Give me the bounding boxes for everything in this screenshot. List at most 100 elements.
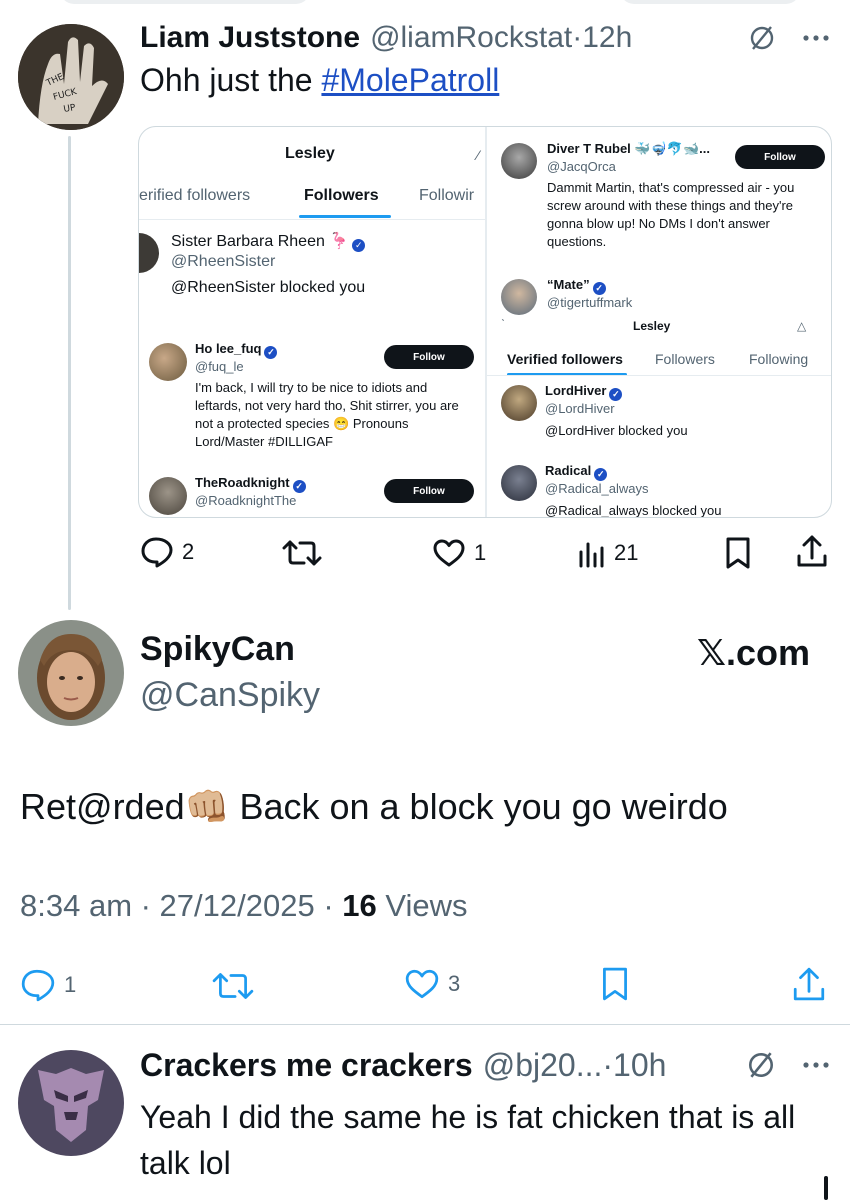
diver-name[interactable]: Diver T Rubel [547, 141, 631, 156]
diver-emojis: 🐳🤿🐬🐋... [634, 141, 711, 156]
previous-content-edge [620, 0, 800, 4]
tweet1-attached-image[interactable]: Lesley ⁄ erified followers Followers Fol… [138, 126, 832, 518]
repost-icon [282, 540, 322, 566]
left-tab-divider [139, 219, 485, 220]
sister-barbara-name[interactable]: Sister Barbara Rheen [171, 233, 325, 250]
tweet2-author-name[interactable]: SpikyCan [140, 630, 295, 669]
verified-badge-icon: ✓ [352, 239, 366, 252]
holee-name[interactable]: Ho lee_fuq [195, 341, 261, 356]
verified-badge-icon: ✓ [594, 468, 608, 481]
scroll-indicator[interactable] [824, 1176, 828, 1200]
tweet1-text: Ohh just the #MolePatroll [140, 62, 499, 99]
diver-bio: Dammit Martin, that's compressed air - y… [547, 180, 795, 249]
more-options-icon[interactable] [802, 33, 830, 43]
mate-handle: @tigertuffmark [547, 295, 633, 310]
holee-avatar[interactable] [149, 343, 187, 381]
diver-follow-button[interactable]: Follow [735, 145, 825, 169]
lordhiver-blocked-msg: @LordHiver blocked you [545, 423, 688, 438]
reply-icon [141, 537, 173, 568]
roadknight-name[interactable]: TheRoadknight [195, 475, 290, 490]
roadknight-handle: @RoadknightThe [195, 493, 297, 508]
lordhiver-name[interactable]: LordHiver [545, 383, 606, 398]
right-tab-followers[interactable]: Followers [655, 351, 715, 367]
tweet1-like-action[interactable]: 1 [432, 538, 486, 568]
left-tab-following[interactable]: Followir [419, 187, 474, 205]
hand-image-icon: THE FUCK UP [18, 24, 124, 130]
tweet2-like-count: 3 [448, 971, 461, 996]
grok-icon[interactable] [746, 1050, 776, 1080]
right-tab-verified[interactable]: Verified followers [507, 351, 623, 367]
left-tab-followers[interactable]: Followers [304, 187, 379, 205]
verified-badge-icon: ✓ [264, 346, 278, 359]
left-title-icon: ⁄ [477, 147, 480, 163]
tweet1-header: Liam Juststone @liamRockstat ·12h [140, 18, 830, 58]
radical-name-row: Radical ✓ [545, 463, 608, 481]
right-back-icon[interactable]: ˋ [501, 317, 505, 331]
like-icon [405, 969, 439, 999]
lordhiver-avatar[interactable] [501, 385, 537, 421]
tweet2-meta: 8:34 am · 27/12/2025 · 16 Views [20, 888, 468, 924]
verified-badge-icon: ✓ [609, 388, 623, 401]
more-options-icon[interactable] [802, 1060, 830, 1070]
tweet2-views-label: Views [376, 888, 468, 923]
tweet1-bookmark-action[interactable] [724, 536, 752, 570]
mate-name-row: “Mate” ✓ [547, 277, 606, 295]
verified-badge-icon: ✓ [592, 282, 606, 295]
roadknight-avatar[interactable] [149, 477, 187, 515]
tweet3-text: Yeah I did the same he is fat chicken th… [140, 1099, 796, 1181]
tweet3-author-handle[interactable]: @bj20... [483, 1047, 603, 1084]
tweet1-reply-action[interactable]: 2 [140, 536, 194, 568]
hashtag-link[interactable]: #MolePatroll [321, 62, 499, 98]
holee-handle: @fuq_le [195, 359, 244, 374]
left-tab-verified[interactable]: erified followers [139, 187, 250, 205]
share-icon [797, 535, 827, 567]
tweet-divider [0, 1024, 850, 1025]
left-profile-title: Lesley [285, 145, 335, 162]
tweet1-repost-action[interactable] [282, 538, 322, 568]
tweet2-views-count: 16 [342, 888, 377, 923]
tweet3-avatar[interactable] [18, 1050, 124, 1156]
mate-name[interactable]: “Mate” [547, 277, 590, 292]
tweet2-bookmark-action[interactable] [600, 966, 630, 1002]
tweet2-avatar[interactable] [18, 620, 124, 726]
roadknight-follow-button[interactable]: Follow [384, 479, 474, 503]
like-icon [433, 539, 465, 567]
flamingo-emoji-icon: 🦩 [329, 233, 350, 250]
left-tab-indicator [299, 215, 391, 218]
tweet2-meta-time[interactable]: 8:34 am · 27/12/2025 · [20, 888, 342, 923]
tweet1-avatar[interactable]: THE FUCK UP [18, 24, 124, 130]
tweet2-repost-action[interactable] [212, 970, 254, 1002]
tweet1-time[interactable]: ·12h [572, 21, 632, 55]
tweet2-text: Ret@rded👊🏼 Back on a block you go weirdo [20, 786, 728, 827]
holee-follow-button[interactable]: Follow [384, 345, 474, 369]
radical-handle: @Radical_always [545, 481, 649, 496]
sister-barbara-avatar[interactable] [139, 233, 159, 273]
tweet2-share-action[interactable] [792, 966, 826, 1002]
diver-avatar[interactable] [501, 143, 537, 179]
tweet3-time[interactable]: ·10h [602, 1047, 666, 1084]
right-title-icon: △ [797, 319, 807, 333]
tweet1-share-action[interactable] [796, 534, 828, 568]
tweet2-author-handle[interactable]: @CanSpiky [140, 676, 320, 715]
x-com-brand: 𝕏.com [696, 632, 810, 673]
radical-avatar[interactable] [501, 465, 537, 501]
reply-icon [21, 969, 55, 1002]
verified-badge-icon: ✓ [292, 480, 306, 493]
holee-name-row: Ho lee_fuq ✓ [195, 341, 278, 359]
decepticon-logo-icon [18, 1050, 124, 1156]
tweet3-author-name[interactable]: Crackers me crackers [140, 1047, 473, 1084]
grok-icon[interactable] [748, 24, 776, 52]
tweet2-reply-action[interactable]: 1 [20, 968, 76, 1002]
tweet2-like-action[interactable]: 3 [404, 968, 460, 1000]
right-tab-following[interactable]: Following [749, 351, 808, 367]
radical-name[interactable]: Radical [545, 463, 591, 478]
views-chart-icon [579, 542, 604, 568]
tweet1-author-name[interactable]: Liam Juststone [140, 21, 360, 55]
lordhiver-name-row: LordHiver ✓ [545, 383, 623, 401]
roadknight-name-row: TheRoadknight ✓ [195, 475, 306, 493]
mate-avatar[interactable] [501, 279, 537, 315]
tweet1-like-count: 1 [474, 540, 487, 565]
tweet1-author-handle[interactable]: @liamRockstat [370, 21, 572, 55]
tweet1-views-action[interactable]: 21 [578, 538, 638, 568]
bookmark-icon [726, 537, 750, 569]
